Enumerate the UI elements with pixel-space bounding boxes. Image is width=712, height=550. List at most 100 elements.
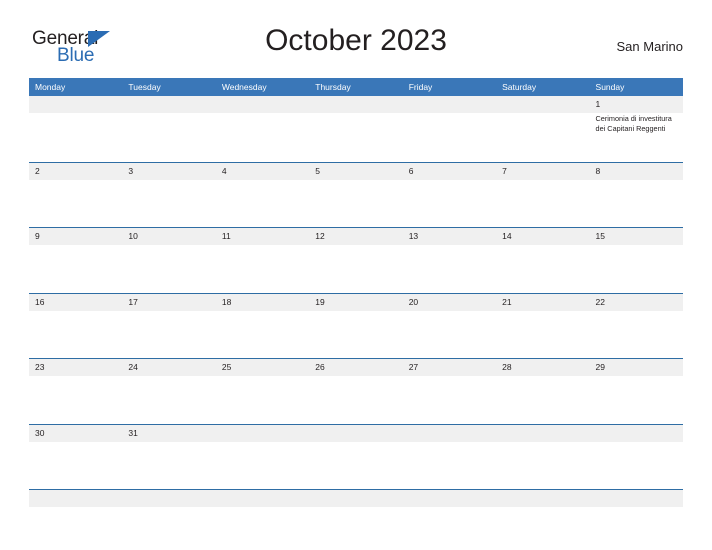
weekday-header-thursday: Thursday bbox=[315, 82, 351, 92]
calendar-day-8[interactable]: 8 bbox=[590, 163, 683, 228]
day-number: 16 bbox=[35, 296, 45, 307]
weekday-header-row: Monday Tuesday Wednesday Thursday Friday Satu… bbox=[29, 78, 683, 96]
calendar-day-empty bbox=[216, 425, 309, 490]
calendar-day-22[interactable]: 22 bbox=[590, 294, 683, 359]
day-number: 30 bbox=[35, 427, 45, 438]
week-cells: 30 31 bbox=[29, 425, 683, 490]
calendar-week-row: 30 31 bbox=[29, 423, 683, 490]
day-number: 22 bbox=[595, 296, 605, 307]
day-number: 10 bbox=[128, 231, 138, 241]
calendar-day-9[interactable]: 9 bbox=[29, 228, 122, 293]
calendar-day-empty bbox=[216, 96, 309, 162]
day-number bbox=[409, 425, 491, 442]
day-number: 5 bbox=[315, 165, 320, 176]
day-number: 27 bbox=[408, 362, 419, 372]
day-number: 20 bbox=[408, 296, 419, 307]
day-events: Cerimonia di investitura dei Capitani Re… bbox=[596, 113, 678, 133]
day-number: 29 bbox=[595, 362, 605, 372]
day-number bbox=[315, 425, 397, 442]
week-cells: 9 10 11 12 13 14 15 bbox=[29, 228, 683, 293]
day-number: 11 bbox=[221, 231, 231, 241]
day-number bbox=[502, 425, 584, 442]
calendar-day-25[interactable]: 25 bbox=[216, 359, 309, 424]
calendar-day-21[interactable]: 21 bbox=[496, 294, 589, 359]
day-number: 17 bbox=[128, 296, 138, 307]
day-number: 26 bbox=[315, 362, 325, 372]
day-number: 8 bbox=[595, 165, 601, 176]
calendar-day-1[interactable]: 1 Cerimonia di investitura dei Capitani R… bbox=[590, 96, 683, 162]
weekday-header-friday: Friday bbox=[408, 82, 433, 92]
calendar-week-row: 2 3 4 5 6 7 8 bbox=[29, 161, 683, 228]
calendar-day-empty bbox=[403, 96, 496, 162]
calendar-day-5[interactable]: 5 bbox=[309, 163, 402, 228]
calendar-day-20[interactable]: 20 bbox=[403, 294, 496, 359]
day-number: 18 bbox=[221, 296, 232, 307]
day-number: 9 bbox=[35, 231, 40, 241]
calendar-week-row: 1 Cerimonia di investitura dei Capitani R… bbox=[29, 96, 683, 162]
calendar-day-29[interactable]: 29 bbox=[590, 359, 683, 424]
calendar-day-26[interactable]: 26 bbox=[309, 359, 402, 424]
calendar-day-3[interactable]: 3 bbox=[122, 163, 215, 228]
calendar-day-31[interactable]: 31 bbox=[122, 425, 215, 490]
day-number bbox=[596, 425, 678, 442]
calendar-day-empty bbox=[496, 425, 589, 490]
calendar-day-19[interactable]: 19 bbox=[309, 294, 402, 359]
day-number: 12 bbox=[315, 231, 325, 241]
day-number: 4 bbox=[221, 165, 227, 176]
day-number bbox=[128, 96, 210, 113]
calendar-day-6[interactable]: 6 bbox=[403, 163, 496, 228]
weekday-header-saturday: Saturday bbox=[502, 82, 537, 92]
day-number bbox=[35, 96, 117, 113]
calendar-week-row: 9 10 11 12 13 14 15 bbox=[29, 227, 683, 293]
day-number bbox=[409, 96, 491, 113]
calendar-day-28[interactable]: 28 bbox=[496, 359, 589, 424]
day-number: 24 bbox=[128, 362, 138, 372]
calendar-week-row: 16 17 18 19 20 21 22 bbox=[29, 292, 683, 359]
calendar-day-empty bbox=[122, 96, 215, 162]
day-number: 19 bbox=[315, 296, 325, 307]
calendar-day-7[interactable]: 7 bbox=[496, 163, 589, 228]
week-cells: 16 17 18 19 20 21 22 bbox=[29, 294, 683, 359]
calendar-day-24[interactable]: 24 bbox=[122, 359, 215, 424]
page-header: General Blue October 2023 San Marino bbox=[29, 24, 683, 72]
calendar-day-empty bbox=[29, 96, 122, 162]
calendar-day-30[interactable]: 30 bbox=[29, 425, 122, 490]
day-number: 25 bbox=[221, 362, 232, 372]
calendar-day-16[interactable]: 16 bbox=[29, 294, 122, 359]
calendar-event[interactable]: Cerimonia di investitura dei Capitani Re… bbox=[596, 114, 678, 133]
calendar-day-empty bbox=[403, 425, 496, 490]
weekday-header-monday: Monday bbox=[35, 82, 66, 92]
calendar-day-11[interactable]: 11 bbox=[216, 228, 309, 293]
calendar-page: General Blue October 2023 San Marino Mon… bbox=[0, 0, 712, 550]
calendar-day-4[interactable]: 4 bbox=[216, 163, 309, 228]
day-number: 21 bbox=[502, 296, 512, 307]
weekday-header-tuesday: Tuesday bbox=[128, 82, 161, 92]
calendar-day-14[interactable]: 14 bbox=[496, 228, 589, 293]
weekday-header-wednesday: Wednesday bbox=[221, 82, 267, 92]
day-number: 14 bbox=[502, 231, 512, 241]
calendar-grid: Monday Tuesday Wednesday Thursday Friday Satu… bbox=[29, 78, 683, 507]
day-number: 23 bbox=[35, 362, 45, 372]
week-cells: 23 24 25 26 27 28 29 bbox=[29, 359, 683, 424]
calendar-day-15[interactable]: 15 bbox=[590, 228, 683, 293]
calendar-bottom-rule bbox=[29, 489, 683, 507]
day-number: 1 bbox=[595, 99, 601, 109]
calendar-week-row: 23 24 25 26 27 28 29 bbox=[29, 358, 683, 424]
calendar-day-27[interactable]: 27 bbox=[403, 359, 496, 424]
calendar-day-17[interactable]: 17 bbox=[122, 294, 215, 359]
calendar-weeks: 1 Cerimonia di investitura dei Capitani R… bbox=[29, 96, 683, 489]
calendar-day-18[interactable]: 18 bbox=[216, 294, 309, 359]
day-number: 3 bbox=[128, 165, 134, 176]
calendar-day-10[interactable]: 10 bbox=[122, 228, 215, 293]
weekday-header-sunday: Sunday bbox=[595, 82, 625, 92]
day-number: 15 bbox=[595, 231, 605, 241]
week-cells: 2 3 4 5 6 7 8 bbox=[29, 163, 683, 228]
calendar-day-23[interactable]: 23 bbox=[29, 359, 122, 424]
week-cells: 1 Cerimonia di investitura dei Capitani R… bbox=[29, 96, 683, 162]
calendar-day-13[interactable]: 13 bbox=[403, 228, 496, 293]
country-label: San Marino bbox=[616, 39, 683, 54]
calendar-day-empty bbox=[309, 96, 402, 162]
day-number: 7 bbox=[502, 165, 507, 176]
calendar-day-2[interactable]: 2 bbox=[29, 163, 122, 228]
calendar-day-12[interactable]: 12 bbox=[309, 228, 402, 293]
